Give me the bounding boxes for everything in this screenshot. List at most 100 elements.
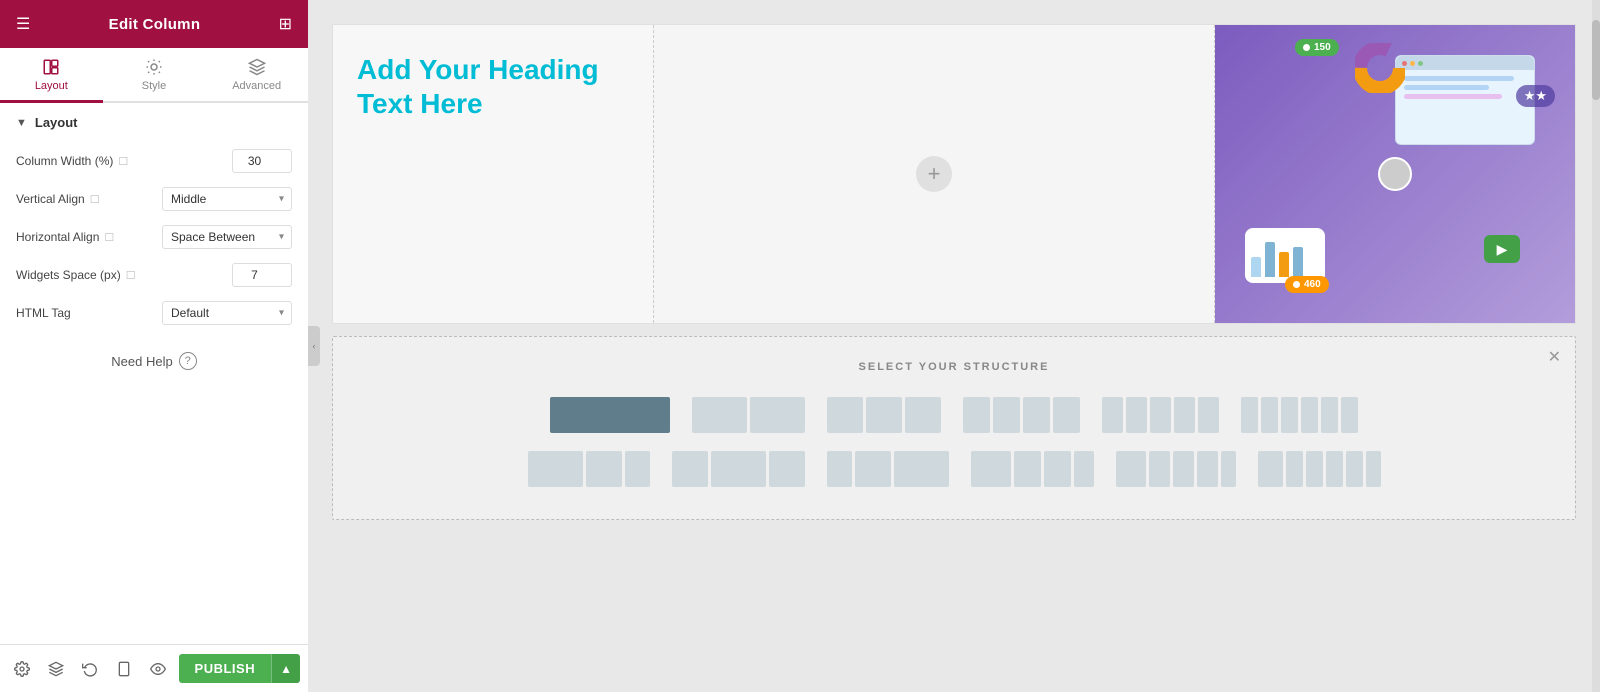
layout-icon	[42, 58, 60, 76]
struct-block-4b	[993, 397, 1020, 433]
illus-line-1	[1404, 76, 1514, 81]
publish-dropdown-button[interactable]: ▲	[271, 654, 300, 683]
layers-button[interactable]	[42, 653, 70, 685]
horizontal-align-select[interactable]: Left Center Right Space Between Space Ar…	[162, 225, 292, 249]
struct-block-5a	[1102, 397, 1123, 433]
grid-icon[interactable]: ⊞	[279, 14, 292, 34]
structure-grid	[353, 393, 1555, 491]
empty-column[interactable]: +	[653, 25, 1215, 323]
illus-avatar	[1378, 157, 1412, 191]
horizontal-align-info-icon: ☐	[104, 231, 114, 244]
sidebar-bottom: PUBLISH ▲	[0, 644, 308, 692]
advanced-icon	[248, 58, 266, 76]
widgets-space-label: Widgets Space (px) ☐	[16, 268, 224, 282]
struct-block-c1	[672, 451, 708, 487]
style-icon	[145, 58, 163, 76]
struct-block-l2	[586, 451, 622, 487]
responsive-button[interactable]	[110, 653, 138, 685]
illus-dot-green	[1418, 61, 1423, 66]
sidebar: ☰ Edit Column ⊞ Layout Style Advanced	[0, 0, 308, 692]
publish-button[interactable]: PUBLISH	[179, 654, 272, 683]
tab-layout[interactable]: Layout	[0, 48, 103, 103]
struct-block-2a	[692, 397, 747, 433]
vertical-align-label: Vertical Align ☐	[16, 192, 154, 206]
column-width-input[interactable]	[232, 149, 292, 173]
illus-line-3	[1404, 94, 1502, 99]
struct-block-4c	[1023, 397, 1050, 433]
canvas-inner: Add Your Heading Text Here +	[308, 0, 1600, 692]
struct-block-v5	[1221, 451, 1236, 487]
need-help-row[interactable]: Need Help ?	[0, 332, 308, 390]
tab-style[interactable]: Style	[103, 48, 206, 103]
structure-3col-right-heavy[interactable]	[823, 447, 953, 491]
column-width-label: Column Width (%) ☐	[16, 154, 224, 168]
settings-button[interactable]	[8, 653, 36, 685]
struct-block-6c	[1281, 397, 1298, 433]
illus-browser	[1395, 55, 1535, 145]
structure-3col-left-heavy[interactable]	[524, 447, 654, 491]
struct-block-c2	[711, 451, 766, 487]
tab-advanced[interactable]: Advanced	[205, 48, 308, 103]
struct-block-v4	[1197, 451, 1218, 487]
structure-6col[interactable]	[1237, 393, 1362, 437]
layout-section-header[interactable]: ▼ Layout	[0, 103, 308, 142]
history-button[interactable]	[76, 653, 104, 685]
struct-block-u4	[1074, 451, 1094, 487]
illustration: 150 460 ★★ ▶	[1215, 25, 1575, 323]
structure-5col[interactable]	[1098, 393, 1223, 437]
struct-block-v3	[1173, 451, 1194, 487]
structure-close-button[interactable]: ✕	[1548, 347, 1561, 367]
add-widget-icon[interactable]: +	[916, 156, 952, 192]
vertical-align-select[interactable]: Top Middle Bottom	[162, 187, 292, 211]
html-tag-select[interactable]: Default div section article aside header…	[162, 301, 292, 325]
struct-block-l1	[528, 451, 583, 487]
responsive-icon	[116, 661, 132, 677]
structure-1col[interactable]	[546, 393, 674, 437]
structure-4col-uneven[interactable]	[967, 447, 1098, 491]
sidebar-header: ☰ Edit Column ⊞	[0, 0, 308, 48]
illus-chart	[1245, 228, 1325, 283]
structure-3col[interactable]	[823, 393, 945, 437]
collapse-handle[interactable]: ‹	[308, 326, 320, 366]
vertical-align-row: Vertical Align ☐ Top Middle Bottom ▾	[0, 180, 308, 218]
illus-browser-content	[1396, 70, 1534, 105]
hamburger-icon[interactable]: ☰	[16, 14, 30, 34]
structure-6col-uneven[interactable]	[1254, 447, 1385, 491]
struct-block-u1	[971, 451, 1011, 487]
vertical-align-info-icon: ☐	[90, 193, 100, 206]
struct-block-1	[550, 397, 670, 433]
struct-block-w4	[1326, 451, 1343, 487]
struct-block-5d	[1174, 397, 1195, 433]
structure-2col[interactable]	[688, 393, 809, 437]
heading-text[interactable]: Add Your Heading Text Here	[357, 53, 629, 120]
illus-badge-dot-460	[1293, 281, 1300, 288]
struct-block-6e	[1321, 397, 1338, 433]
html-tag-label: HTML Tag	[16, 306, 154, 320]
illus-bar-1	[1251, 257, 1261, 277]
illus-browser-bar	[1396, 56, 1534, 70]
eye-button[interactable]	[144, 653, 172, 685]
canvas-scrollbar[interactable]	[1592, 0, 1600, 692]
struct-block-5c	[1150, 397, 1171, 433]
struct-block-6b	[1261, 397, 1278, 433]
widgets-space-input[interactable]	[232, 263, 292, 287]
settings-icon	[14, 661, 30, 677]
vertical-align-select-wrapper: Top Middle Bottom ▾	[162, 187, 292, 211]
canvas: Add Your Heading Text Here +	[308, 0, 1600, 692]
struct-block-3c	[905, 397, 941, 433]
structure-3col-center-heavy[interactable]	[668, 447, 809, 491]
horizontal-align-select-wrapper: Left Center Right Space Between Space Ar…	[162, 225, 292, 249]
image-column: 150 460 ★★ ▶	[1215, 25, 1575, 323]
struct-block-6f	[1341, 397, 1358, 433]
canvas-scrollbar-thumb[interactable]	[1592, 20, 1600, 100]
illus-badge-460-label: 460	[1304, 279, 1321, 290]
structure-5col-uneven[interactable]	[1112, 447, 1240, 491]
struct-block-l3	[625, 451, 650, 487]
structure-row-2	[524, 447, 1385, 491]
struct-block-v2	[1149, 451, 1170, 487]
struct-block-w2	[1286, 451, 1303, 487]
illus-badge-150-label: 150	[1314, 42, 1331, 53]
illus-stars-badge: ★★	[1516, 85, 1555, 107]
structure-4col[interactable]	[959, 393, 1084, 437]
illus-badge-460: 460	[1285, 276, 1329, 293]
